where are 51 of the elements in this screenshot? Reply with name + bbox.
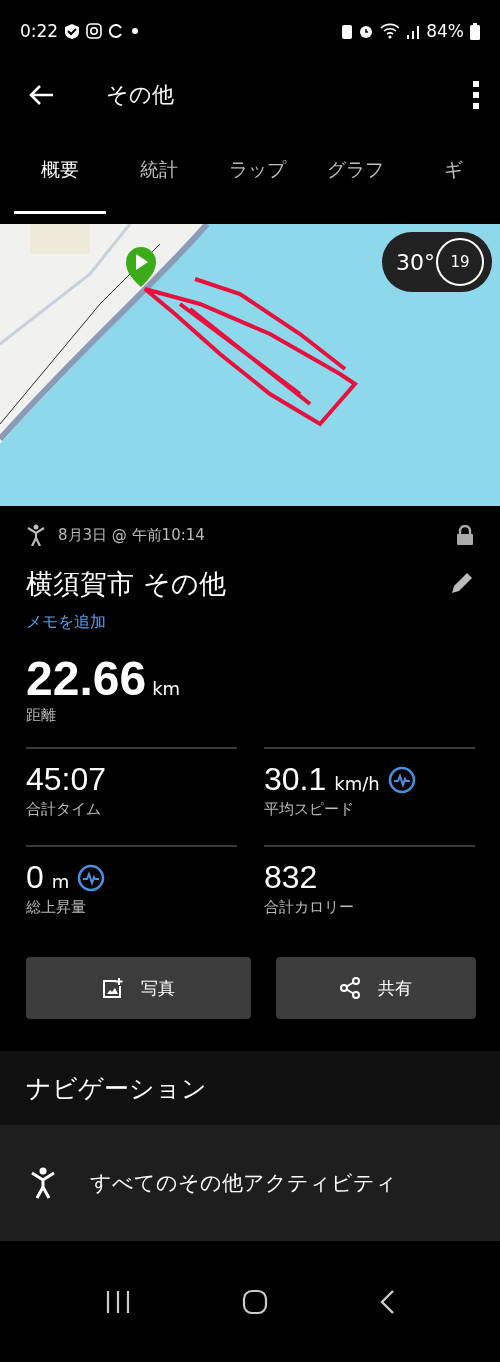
distance-label: 距離 [26, 706, 57, 725]
stat-label: 合計タイム [26, 800, 102, 819]
stat-label: 合計カロリー [264, 898, 355, 917]
stat-value: 45:07 [26, 761, 107, 798]
tab[interactable]: ラップ [210, 128, 304, 214]
insight-icon[interactable] [387, 765, 416, 794]
stat-label: 総上昇量 [26, 898, 87, 917]
add-note-link[interactable]: メモを追加 [26, 612, 474, 633]
navigation-item-label: すべてのその他アクティビティ [90, 1170, 397, 1197]
recent-apps-icon[interactable] [105, 1289, 132, 1314]
wind-speed: 19 [436, 238, 484, 286]
photo-button[interactable]: 写真 [26, 957, 251, 1019]
weather-badge[interactable]: 30° 19 [382, 232, 492, 292]
share-icon [340, 977, 360, 999]
stat-value: 832 [264, 859, 318, 896]
back-icon[interactable] [378, 1288, 395, 1315]
stat-value: 0 [26, 859, 44, 896]
tab[interactable]: 概要 [14, 128, 107, 214]
stat-label: 平均スピード [264, 800, 355, 819]
stat-unit: m [51, 871, 70, 892]
alarm-icon [358, 23, 375, 39]
tab[interactable]: 統計 [112, 128, 205, 214]
camera-icon [86, 23, 103, 39]
stat-value: 30.1 [264, 761, 327, 798]
back-arrow-icon[interactable] [28, 84, 54, 106]
battery-icon [470, 22, 480, 40]
add-photo-icon [102, 978, 123, 998]
battery-percent: 84% [426, 21, 464, 41]
dot-icon [130, 26, 141, 36]
home-icon[interactable] [242, 1288, 268, 1315]
person-icon [26, 524, 46, 546]
stat-unit: km/h [334, 773, 380, 794]
insight-icon[interactable] [77, 863, 106, 892]
share-button[interactable]: 共有 [276, 957, 476, 1019]
distance-unit: km [152, 678, 181, 699]
tab[interactable]: グラフ [309, 128, 402, 214]
tab[interactable]: ギ [407, 128, 500, 214]
section-title: ナビゲーション [26, 1072, 207, 1105]
temperature: 30° [396, 249, 435, 275]
shield-icon [64, 22, 81, 40]
wifi-icon [380, 23, 401, 39]
screen-title: その他 [106, 81, 175, 109]
person-icon [30, 1167, 56, 1199]
signal-icon [406, 23, 421, 39]
activity-datetime: 8月3日 @ 午前10:14 [58, 525, 206, 545]
more-menu-icon[interactable] [472, 81, 480, 109]
activity-title: 横須賀市 その他 [26, 567, 227, 601]
navigation-item[interactable]: すべてのその他アクティビティ [0, 1125, 500, 1241]
clock: 0:22 [20, 21, 59, 41]
lock-icon [456, 525, 474, 545]
distance-value: 22.66 [26, 652, 147, 705]
